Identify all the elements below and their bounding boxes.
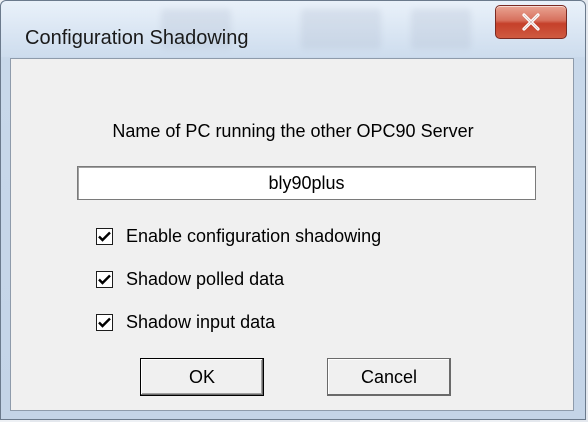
- title-bar[interactable]: Configuration Shadowing: [1, 1, 585, 57]
- dialog-window: Configuration Shadowing Name of PC runni…: [0, 0, 586, 420]
- shadow-polled-data-checkbox[interactable]: Shadow polled data: [96, 267, 284, 291]
- checkbox-label: Shadow polled data: [126, 268, 285, 289]
- checkmark-icon: [98, 317, 111, 328]
- cancel-button[interactable]: Cancel: [327, 358, 451, 396]
- window-title: Configuration Shadowing: [25, 27, 249, 49]
- pc-name-prompt: Name of PC running the other OPC90 Serve…: [112, 121, 474, 141]
- checkbox-box[interactable]: [96, 227, 113, 245]
- checkbox-box[interactable]: [96, 313, 113, 331]
- checkbox-label: Enable configuration shadowing: [126, 225, 382, 246]
- close-button[interactable]: [495, 5, 567, 39]
- checkmark-icon: [98, 274, 111, 285]
- dialog-client-area: Name of PC running the other OPC90 Serve…: [10, 58, 574, 411]
- titlebar-ghost: [411, 9, 471, 49]
- shadow-input-data-checkbox[interactable]: Shadow input data: [96, 310, 275, 334]
- pc-name-field[interactable]: [77, 166, 536, 200]
- close-x-icon: [522, 13, 540, 31]
- checkmark-icon: [98, 231, 111, 242]
- checkbox-label: Shadow input data: [126, 311, 276, 332]
- ok-button[interactable]: OK: [140, 358, 264, 396]
- titlebar-ghost: [301, 9, 381, 49]
- enable-config-shadowing-checkbox[interactable]: Enable configuration shadowing: [96, 224, 381, 248]
- checkbox-box[interactable]: [96, 270, 113, 288]
